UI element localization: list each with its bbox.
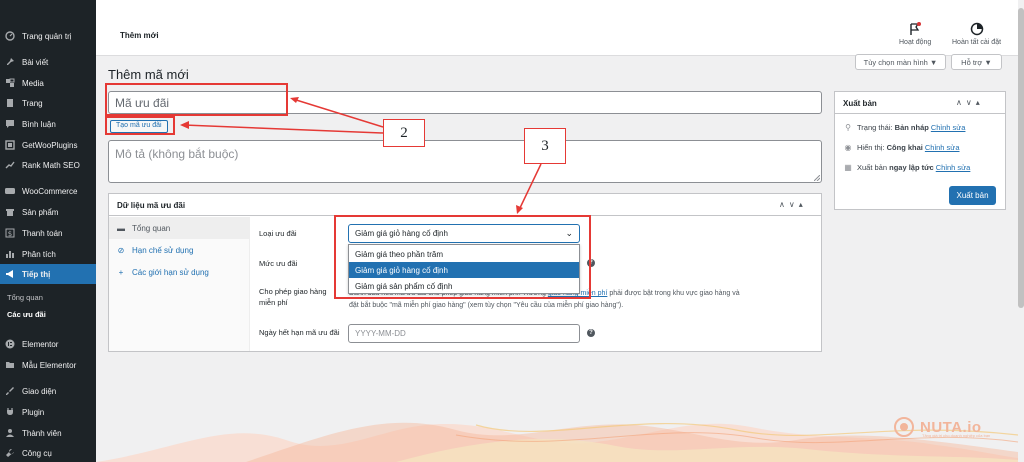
free-shipping-label: Cho phép giao hàng miễn phí	[259, 287, 327, 307]
coupon-data-header: Dữ liệu mã ưu đãi ∧∨▴	[109, 194, 821, 216]
discount-type-label: Loại ưu đãi	[259, 229, 297, 238]
tab-usage-limits[interactable]: + Các giới hạn sử dụng	[109, 261, 250, 283]
menu-users[interactable]: Thành viên	[0, 423, 96, 443]
menu-elementor[interactable]: Elementor	[0, 334, 96, 354]
comment-icon	[5, 119, 15, 129]
description-textarea[interactable]: Mô tả (không bắt buộc)	[108, 140, 822, 183]
expiry-date-input[interactable]: YYYY-MM-DD	[348, 324, 580, 343]
progress-circle-icon	[970, 22, 984, 36]
submenu-coupons[interactable]: Các ưu đãi	[7, 310, 46, 319]
top-header: Thêm mới Hoạt động Hoàn tất cài đặt	[96, 0, 1018, 56]
publish-header: Xuất bản ∧∨▴	[835, 92, 1005, 114]
edit-visibility-link[interactable]: Chỉnh sửa	[925, 143, 960, 152]
coupon-tabs: ▬ Tổng quan ⊘ Hạn chế sử dụng + Các giới hạ…	[109, 217, 250, 351]
flag-icon	[908, 22, 922, 36]
plug-icon	[5, 407, 15, 417]
edit-schedule-link[interactable]: Chỉnh sửa	[936, 163, 971, 172]
archive-icon	[5, 207, 15, 217]
woo-icon	[5, 186, 15, 196]
page-title: Thêm mới	[120, 31, 159, 40]
annotation-box-generate	[105, 116, 175, 135]
screen-options-button[interactable]: Tùy chọn màn hình ▼	[855, 54, 946, 70]
menu-media[interactable]: Media	[0, 73, 96, 93]
annotation-box-dropdown	[334, 215, 591, 299]
menu-posts[interactable]: Bài viết	[0, 52, 96, 72]
menu-plugins[interactable]: Plugin	[0, 402, 96, 422]
ban-icon: ⊘	[117, 245, 125, 255]
brush-icon	[5, 386, 15, 396]
panel-toggle-arrows[interactable]: ∧∨▴	[956, 98, 984, 107]
menu-pages[interactable]: Trang	[0, 93, 96, 113]
page-heading: Thêm mã mới	[108, 67, 189, 82]
callout-2: 2	[383, 119, 425, 147]
publish-status-row: ⚲ Trạng thái: Bản nháp Chỉnh sửa	[843, 123, 965, 132]
dashboard-icon	[5, 31, 15, 41]
settings-icon: ▬	[117, 223, 125, 233]
help-button[interactable]: Hỗ trợ ▼	[951, 54, 1002, 70]
page-icon	[5, 98, 15, 108]
menu-payments[interactable]: $ Thanh toán	[0, 223, 96, 243]
pin-icon: ⚲	[845, 123, 851, 132]
menu-rankmath[interactable]: Rank Math SEO	[0, 155, 96, 175]
menu-getwooplugins[interactable]: GetWooPlugins	[0, 135, 96, 155]
calendar-icon: ▦	[844, 163, 852, 172]
menu-appearance[interactable]: Giao diện	[0, 381, 96, 401]
nuta-logo: NUTA.io Tăng giá trị cho doanh nghiệp củ…	[893, 416, 990, 438]
elementor-icon	[5, 339, 15, 349]
folder-icon	[5, 360, 15, 370]
edit-status-link[interactable]: Chỉnh sửa	[931, 123, 966, 132]
menu-elementor-templates[interactable]: Mẫu Elementor	[0, 355, 96, 375]
page-scrollbar[interactable]	[1018, 0, 1024, 462]
panel-toggle-arrows[interactable]: ∧∨▴	[779, 200, 807, 209]
publish-schedule-row: ▦ Xuất bản ngay lập tức Chỉnh sửa	[844, 163, 971, 172]
menu-comments[interactable]: Bình luận	[0, 114, 96, 134]
expiry-label: Ngày hết hạn mã ưu đãi	[259, 328, 340, 337]
callout-3: 3	[524, 128, 566, 164]
publish-button[interactable]: Xuất bản	[949, 186, 996, 205]
dollar-icon: $	[5, 228, 15, 238]
help-icon[interactable]: ?	[587, 329, 595, 337]
media-icon	[5, 78, 15, 88]
megaphone-icon	[5, 269, 15, 279]
wrench-icon	[5, 448, 15, 458]
coupon-data-title: Dữ liệu mã ưu đãi	[117, 201, 186, 210]
menu-products[interactable]: Sản phẩm	[0, 202, 96, 222]
pin-icon	[5, 57, 15, 67]
scrollbar-thumb[interactable]	[1018, 8, 1024, 308]
menu-woocommerce[interactable]: WooCommerce	[0, 181, 96, 201]
publish-title: Xuất bản	[843, 99, 877, 108]
resize-handle-icon[interactable]	[814, 175, 820, 181]
chart-line-icon	[5, 160, 15, 170]
activity-button[interactable]: Hoạt động	[899, 22, 931, 46]
menu-analytics[interactable]: Phân tích	[0, 244, 96, 264]
plus-icon: +	[118, 267, 124, 277]
admin-sidebar: Trang quản trị Bài viết Media Trang Bình…	[0, 0, 96, 462]
annotation-box-coupon-code	[105, 83, 288, 116]
eye-icon: ◉	[844, 143, 852, 152]
tab-usage-restriction[interactable]: ⊘ Hạn chế sử dụng	[109, 239, 250, 261]
svg-text:$: $	[8, 230, 12, 238]
menu-dashboard[interactable]: Trang quản trị	[0, 26, 96, 46]
user-icon	[5, 428, 15, 438]
submenu-overview[interactable]: Tổng quan	[7, 293, 43, 302]
bar-chart-icon	[5, 249, 15, 259]
tab-general[interactable]: ▬ Tổng quan	[109, 217, 250, 239]
menu-tools[interactable]: Công cụ	[0, 443, 96, 462]
decorative-waves	[96, 422, 1018, 462]
menu-marketing[interactable]: Tiếp thị	[0, 264, 96, 284]
nuta-logo-icon	[894, 417, 914, 437]
amount-label: Mức ưu đãi	[259, 259, 298, 268]
plugin-box-icon	[5, 140, 15, 150]
publish-visibility-row: ◉ Hiển thị: Công khai Chỉnh sửa	[844, 143, 960, 152]
finish-setup-button[interactable]: Hoàn tất cài đặt	[952, 22, 1001, 46]
